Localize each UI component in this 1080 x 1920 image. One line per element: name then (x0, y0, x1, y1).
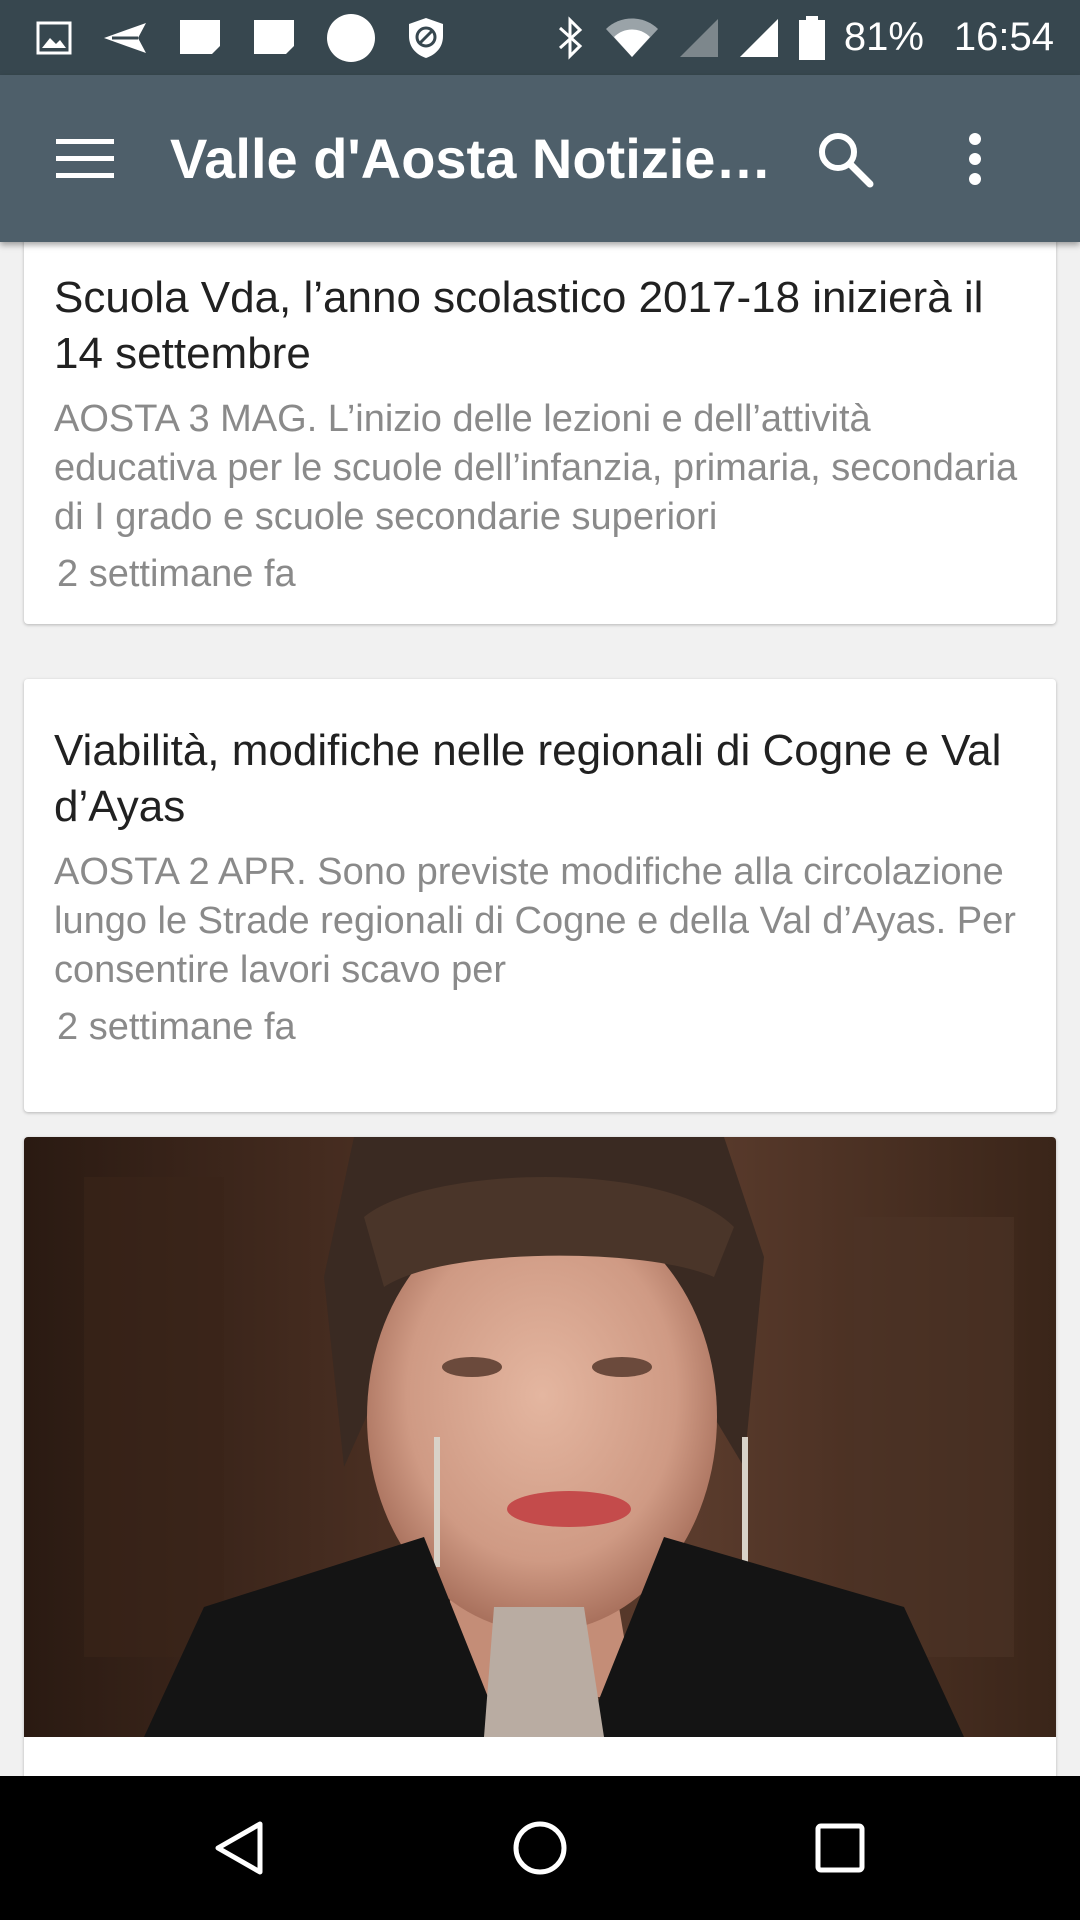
image-icon (36, 20, 72, 56)
home-icon (513, 1821, 567, 1875)
more-vert-icon (969, 132, 981, 185)
article-card[interactable] (24, 1137, 1056, 1776)
back-button[interactable] (160, 1776, 320, 1920)
article-title: Scuola Vda, l’anno scolastico 2017-18 in… (54, 273, 984, 378)
more-options-button[interactable] (910, 75, 1040, 242)
article-title: Viabilità, modifiche nelle regionali di … (54, 726, 1002, 831)
recents-button[interactable] (760, 1776, 920, 1920)
signal-icon (738, 17, 780, 59)
home-button[interactable] (460, 1776, 620, 1920)
battery-percentage: 81% (843, 15, 924, 59)
back-icon (215, 1821, 263, 1875)
news-feed[interactable]: Scuola Vda, l’anno scolastico 2017-18 in… (0, 242, 1080, 1776)
menu-icon (56, 138, 114, 178)
article-photo (24, 1137, 1056, 1737)
battery-icon (798, 15, 826, 61)
article-card[interactable]: Viabilità, modifiche nelle regionali di … (24, 679, 1056, 1112)
recents-icon (815, 1823, 865, 1873)
article-time: 2 settimane fa (57, 1006, 296, 1048)
article-card[interactable]: Scuola Vda, l’anno scolastico 2017-18 in… (24, 242, 1056, 624)
send-icon (102, 21, 148, 55)
article-summary: AOSTA 3 MAG. L’inizio delle lezioni e de… (54, 398, 1018, 538)
wifi-icon (604, 17, 660, 59)
app-bar: Valle d'Aosta Notizie… (0, 75, 1080, 242)
navigation-bar (0, 1776, 1080, 1920)
search-icon (819, 132, 874, 187)
article-summary: AOSTA 2 APR. Sono previste modifiche all… (54, 851, 1016, 991)
block-icon (406, 16, 446, 60)
status-bar: 81% 16:54 (0, 0, 1080, 75)
notification-icon (252, 18, 296, 58)
signal-icon (678, 17, 720, 59)
search-button[interactable] (780, 75, 910, 242)
clock: 16:54 (953, 15, 1054, 59)
bluetooth-icon (556, 15, 586, 60)
circle-icon (326, 13, 376, 63)
app-title: Valle d'Aosta Notizie… (170, 127, 772, 190)
menu-button[interactable] (0, 75, 170, 242)
notification-icon (178, 18, 222, 58)
article-time: 2 settimane fa (57, 553, 296, 595)
